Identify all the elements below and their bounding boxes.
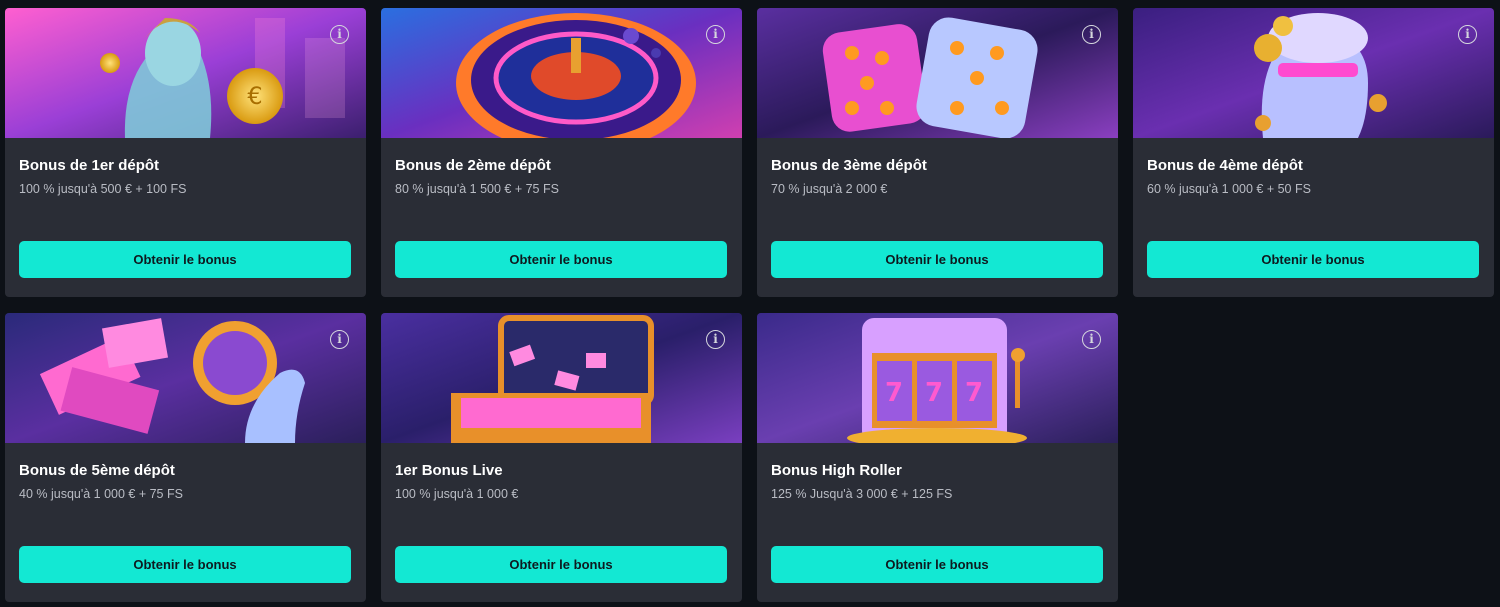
svg-text:7: 7 <box>885 378 903 408</box>
info-icon[interactable]: i <box>1458 25 1477 44</box>
bonus-description: 125 % Jusqu'à 3 000 € + 125 FS <box>771 487 953 501</box>
bonus-card-7: 777 Bonus High Roller 125 % Jusqu'à 3 00… <box>757 313 1118 602</box>
info-icon[interactable]: i <box>1082 25 1101 44</box>
svg-text:7: 7 <box>925 378 943 408</box>
get-bonus-button[interactable]: Obtenir le bonus <box>395 546 727 583</box>
info-icon[interactable]: i <box>706 25 725 44</box>
info-icon[interactable]: i <box>330 330 349 349</box>
get-bonus-button[interactable]: Obtenir le bonus <box>771 241 1103 278</box>
bonus-description: 80 % jusqu'à 1 500 € + 75 FS <box>395 182 559 196</box>
svg-text:€: € <box>247 82 262 110</box>
bonus-card-3: Bonus de 3ème dépôt 70 % jusqu'à 2 000 €… <box>757 8 1118 297</box>
get-bonus-button[interactable]: Obtenir le bonus <box>395 241 727 278</box>
info-icon[interactable]: i <box>1082 330 1101 349</box>
bonus-card-4: Bonus de 4ème dépôt 60 % jusqu'à 1 000 €… <box>1133 8 1494 297</box>
bonus-description: 100 % jusqu'à 500 € + 100 FS <box>19 182 187 196</box>
get-bonus-button[interactable]: Obtenir le bonus <box>19 241 351 278</box>
get-bonus-button[interactable]: Obtenir le bonus <box>19 546 351 583</box>
info-icon[interactable]: i <box>330 25 349 44</box>
bonus-card-5: Bonus de 5ème dépôt 40 % jusqu'à 1 000 €… <box>5 313 366 602</box>
bonus-description: 60 % jusqu'à 1 000 € + 50 FS <box>1147 182 1311 196</box>
bonus-title: Bonus de 2ème dépôt <box>395 157 551 174</box>
info-icon[interactable]: i <box>706 330 725 349</box>
bonus-card-6: 1er Bonus Live 100 % jusqu'à 1 000 € i O… <box>381 313 742 602</box>
bonus-description: 100 % jusqu'à 1 000 € <box>395 487 519 501</box>
bonus-grid: € Bonus de 1er dépôt 100 % jusqu'à 500 €… <box>5 8 1494 602</box>
bonus-card-2: Bonus de 2ème dépôt 80 % jusqu'à 1 500 €… <box>381 8 742 297</box>
bonus-description: 70 % jusqu'à 2 000 € <box>771 182 888 196</box>
get-bonus-button[interactable]: Obtenir le bonus <box>1147 241 1479 278</box>
get-bonus-button[interactable]: Obtenir le bonus <box>771 546 1103 583</box>
bonus-title: 1er Bonus Live <box>395 462 503 479</box>
bonus-description: 40 % jusqu'à 1 000 € + 75 FS <box>19 487 183 501</box>
svg-text:7: 7 <box>965 378 983 408</box>
hand-coin-bills-banner <box>5 313 366 443</box>
goddess-coin-banner: € <box>5 8 366 138</box>
bonus-card-1: € Bonus de 1er dépôt 100 % jusqu'à 500 €… <box>5 8 366 297</box>
bonus-title: Bonus de 4ème dépôt <box>1147 157 1303 174</box>
dice-banner <box>757 8 1118 138</box>
roulette-banner <box>381 8 742 138</box>
statue-coins-banner <box>1133 8 1494 138</box>
bonus-title: Bonus High Roller <box>771 462 902 479</box>
bonus-title: Bonus de 5ème dépôt <box>19 462 175 479</box>
bonus-title: Bonus de 1er dépôt <box>19 157 160 174</box>
bonus-title: Bonus de 3ème dépôt <box>771 157 927 174</box>
briefcase-banner <box>381 313 742 443</box>
slot-machine-banner: 777 <box>757 313 1118 443</box>
